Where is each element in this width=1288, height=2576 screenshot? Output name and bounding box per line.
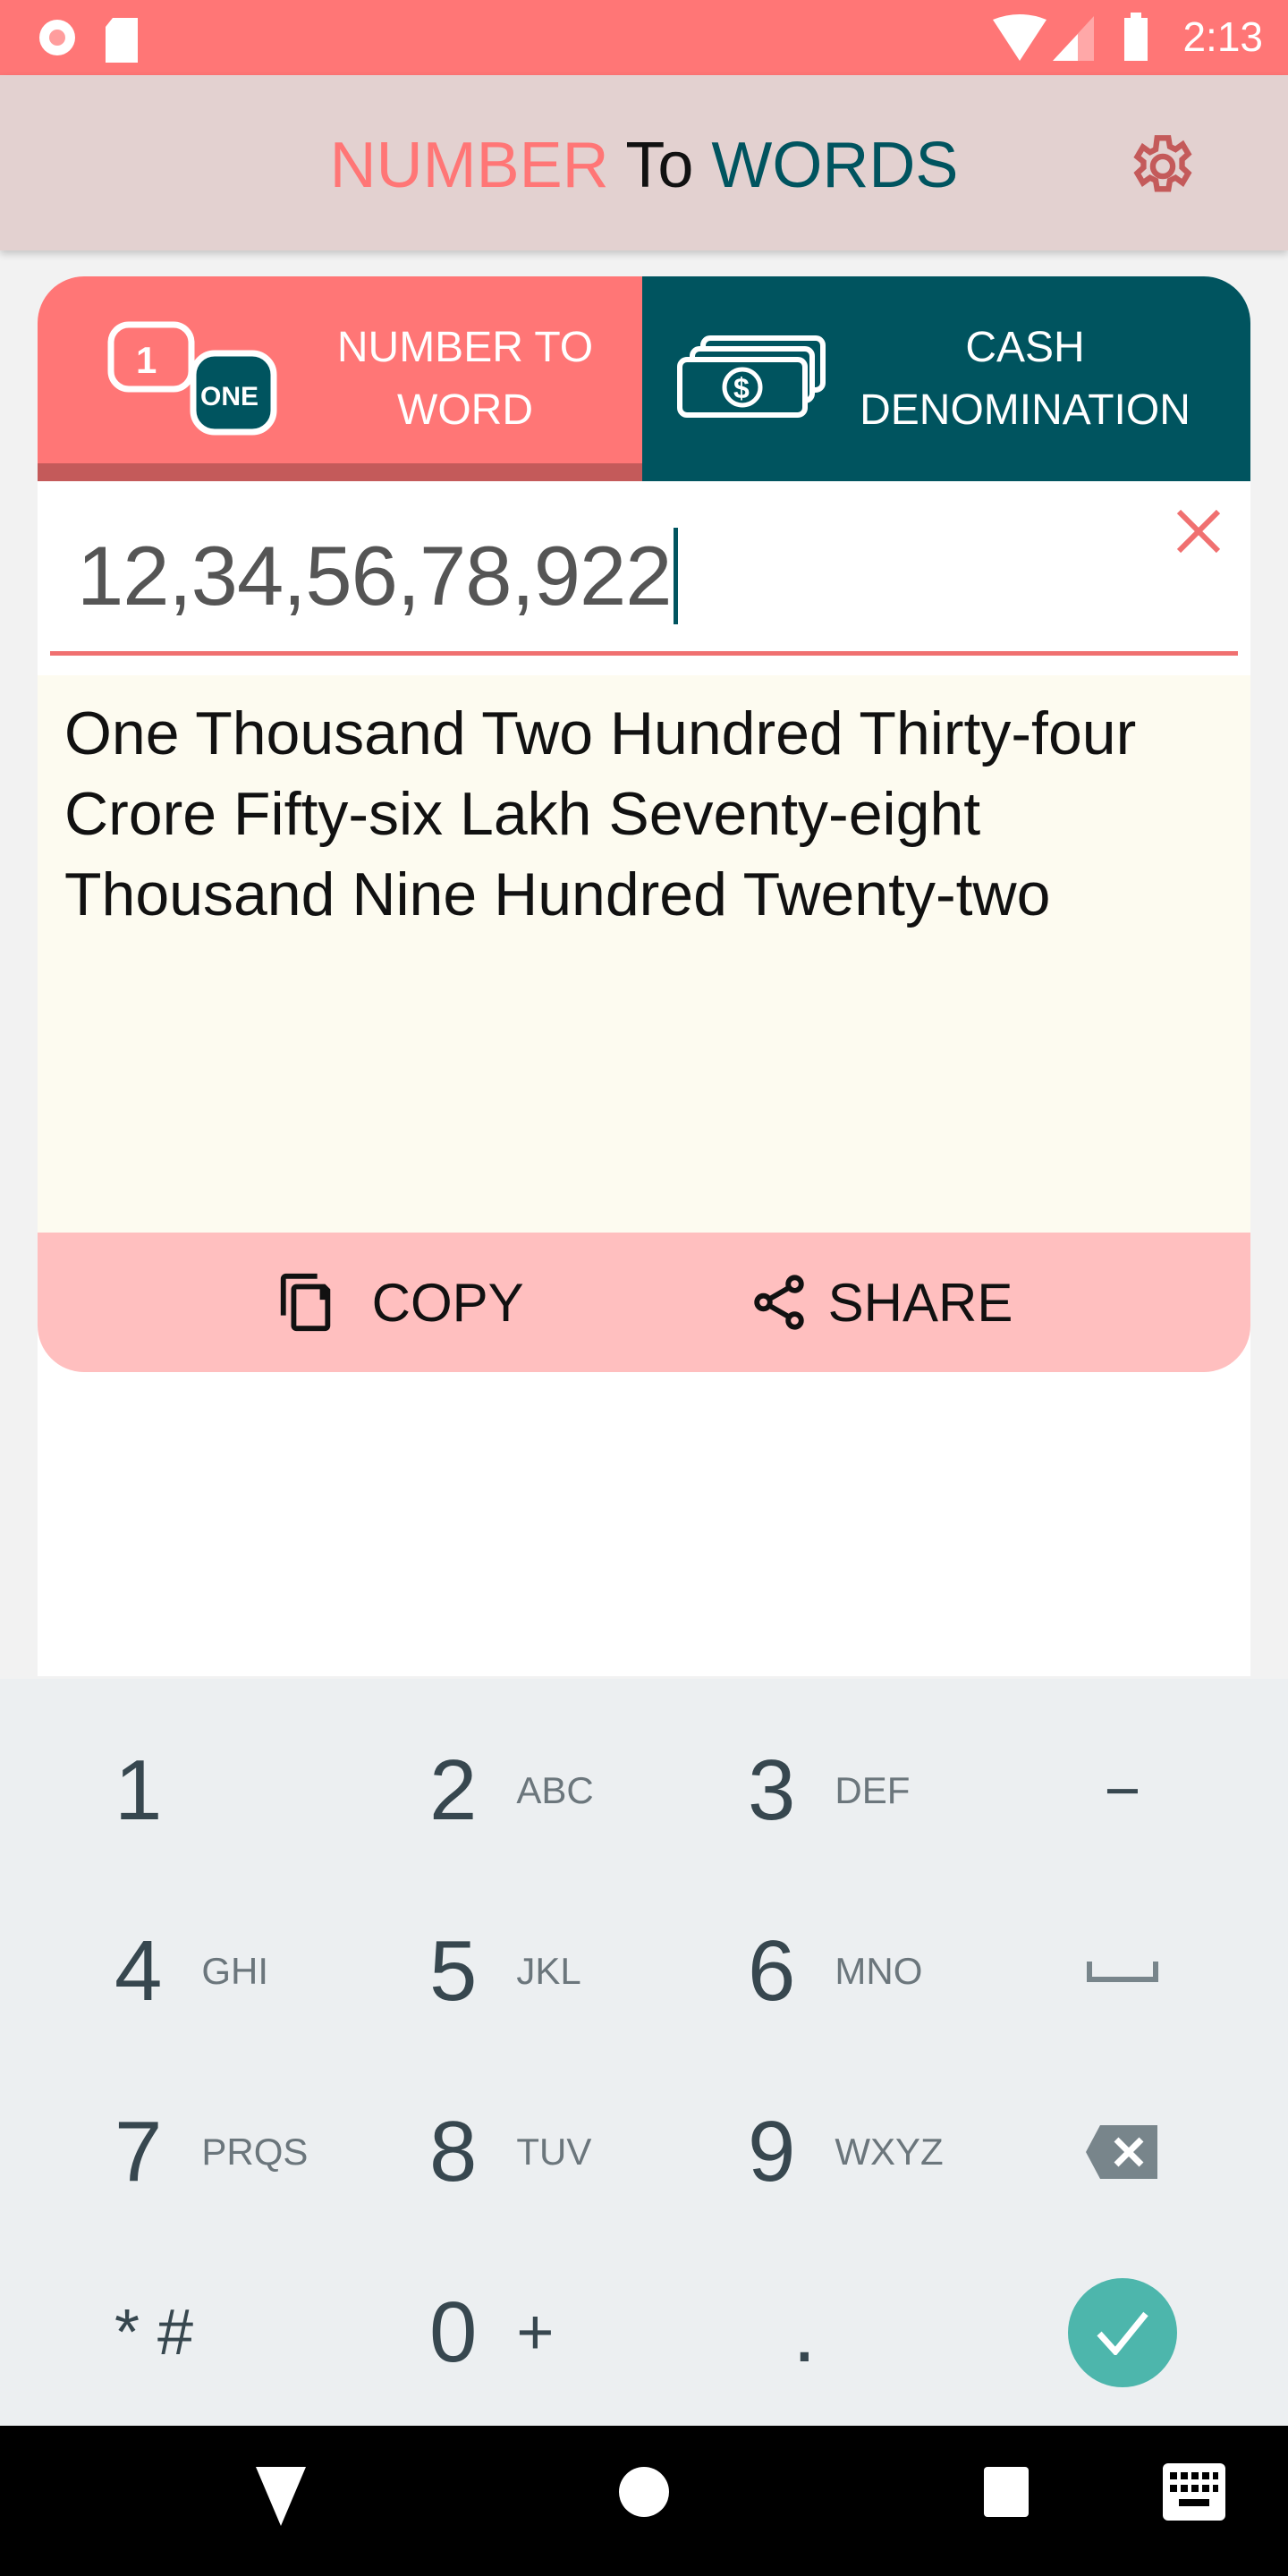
number-input-value[interactable]: 12,34,56,78,922: [77, 528, 678, 624]
tab-label-line2: WORD: [397, 386, 533, 434]
key-6[interactable]: 6 MNO: [748, 1918, 922, 2025]
key-digit: 2: [429, 1742, 478, 1838]
key-digit: .: [792, 2284, 817, 2380]
settings-gear-icon[interactable]: [1129, 132, 1197, 200]
copy-icon: [280, 1273, 330, 1332]
number-input[interactable]: 12,34,56,78,922: [50, 481, 1238, 656]
navigation-bar: [0, 2426, 1288, 2576]
copy-label: COPY: [371, 1272, 524, 1333]
key-13[interactable]: 0 +: [429, 2279, 554, 2386]
key-digit: * #: [114, 2297, 194, 2368]
cash-icon: $: [677, 335, 826, 418]
app-bar: NUMBER To WORDS: [0, 75, 1288, 250]
title-words: WORDS: [711, 130, 959, 201]
key-digit: 7: [114, 2104, 163, 2199]
tab-number-to-word[interactable]: 1 ONE NUMBER TO WORD: [38, 276, 642, 481]
key-letters: ABC: [516, 1769, 594, 1811]
title-to: To: [625, 130, 694, 201]
done-icon[interactable]: [1068, 2278, 1177, 2387]
key-digit: 9: [748, 2104, 796, 2199]
key-14[interactable]: .: [748, 2279, 817, 2386]
key-letters: WXYZ: [835, 2131, 944, 2173]
clock: 2:13: [1182, 13, 1263, 60]
status-bar: 2:13: [0, 0, 1288, 75]
key-12[interactable]: * #: [114, 2279, 193, 2386]
key-digit: 3: [748, 1742, 796, 1838]
key-15[interactable]: [1064, 2278, 1181, 2387]
svg-text:1: 1: [136, 339, 157, 381]
key-0[interactable]: 1: [114, 1737, 162, 1844]
key-letters: +: [516, 2297, 555, 2368]
recents-icon[interactable]: [982, 2465, 1030, 2519]
key-2[interactable]: 3 DEF: [748, 1737, 910, 1844]
status-icons-left: [39, 18, 138, 63]
key-digit: 0: [429, 2284, 478, 2380]
numeric-keyboard: 1 2 ABC 3 DEF − 4 GHI 5 JKL 6 MNO 7 PRQS 8 TUV 9 WXYZ * # 0…: [0, 1679, 1288, 2426]
key-digit: 8: [429, 2104, 478, 2199]
key-digit: 5: [429, 1923, 478, 2019]
svg-text:$: $: [733, 372, 750, 404]
share-icon: [753, 1275, 804, 1330]
share-label: SHARE: [827, 1272, 1013, 1333]
key-letters: DEF: [835, 1769, 911, 1811]
clear-icon[interactable]: [1175, 508, 1222, 555]
key-digit: 6: [748, 1923, 796, 2019]
key-letters: MNO: [835, 1950, 923, 1992]
key-letters: PRQS: [201, 2131, 309, 2173]
key-7[interactable]: [1064, 1918, 1181, 2025]
key-letters: GHI: [201, 1950, 269, 1992]
number-one-icon: 1 ONE: [107, 321, 277, 435]
key-1[interactable]: 2 ABC: [429, 1737, 594, 1844]
key-4[interactable]: 4 GHI: [114, 1918, 268, 2025]
action-bar: COPY SHARE: [38, 1233, 1250, 1372]
key-9[interactable]: 8 TUV: [429, 2098, 591, 2206]
tab-label-line1: CASH: [965, 323, 1085, 371]
space-icon[interactable]: [1087, 1958, 1158, 1985]
key-digit: 4: [114, 1923, 163, 2019]
tab-cash-denomination[interactable]: $ CASH DENOMINATION: [642, 276, 1250, 481]
result-words: One Thousand Two Hundred Thirty-four Cro…: [38, 675, 1250, 1233]
tab-label-line2: DENOMINATION: [860, 386, 1191, 434]
key-letters: TUV: [516, 2131, 592, 2173]
backspace-icon[interactable]: [1084, 2123, 1161, 2181]
title-number: NUMBER: [329, 130, 609, 201]
key-3[interactable]: −: [1064, 1737, 1181, 1844]
key-10[interactable]: 9 WXYZ: [748, 2098, 944, 2206]
tab-label: NUMBER TO WORD: [331, 317, 599, 442]
copy-button[interactable]: COPY: [275, 1269, 524, 1335]
share-button[interactable]: SHARE: [748, 1269, 1013, 1335]
svg-text:ONE: ONE: [200, 382, 258, 411]
active-tab-indicator: [38, 463, 642, 481]
converter-card: 1 ONE NUMBER TO WORD $ CASH DENOMINATION…: [38, 276, 1250, 1676]
key-digit: 1: [114, 1742, 163, 1838]
key-letters: JKL: [516, 1950, 581, 1992]
wifi-signal-battery-icons: [993, 13, 1148, 61]
key-5[interactable]: 5 JKL: [429, 1918, 581, 2025]
tab-label-line1: NUMBER TO: [336, 323, 594, 371]
tab-label: CASH DENOMINATION: [837, 317, 1213, 442]
back-icon[interactable]: [254, 2465, 308, 2528]
key-11[interactable]: [1064, 2098, 1181, 2206]
keyboard-switch-icon[interactable]: [1163, 2463, 1225, 2521]
app-title: NUMBER To WORDS: [0, 129, 1288, 202]
key-8[interactable]: 7 PRQS: [114, 2098, 308, 2206]
key-digit: −: [1104, 1756, 1141, 1826]
home-icon[interactable]: [617, 2465, 671, 2519]
